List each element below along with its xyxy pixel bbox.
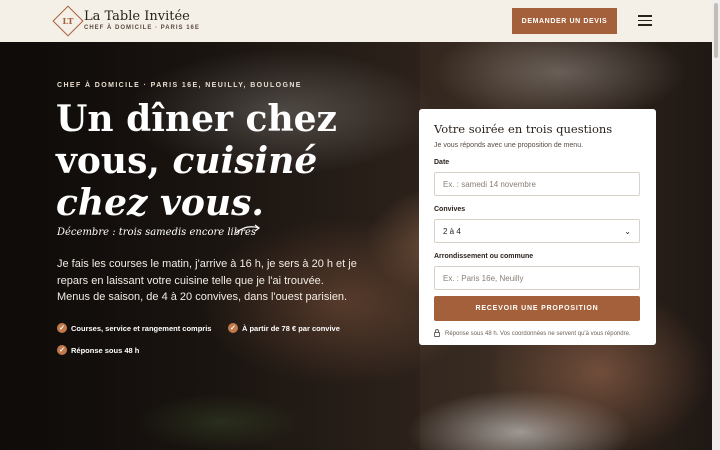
logo-icon[interactable]: LT — [52, 5, 84, 37]
check-icon: ✓ — [57, 345, 67, 355]
lock-icon — [434, 328, 440, 337]
scrollbar-thumb[interactable] — [714, 3, 718, 58]
form-title: Votre soirée en trois questions — [434, 122, 613, 136]
form-subtitle: Je vous réponds avec une proposition de … — [434, 142, 584, 149]
benefit-item: ✓ Courses, service et rangement compris — [57, 323, 211, 333]
hero-eyebrow: CHEF À DOMICILE · PARIS 16E, NEUILLY, BO… — [57, 82, 302, 89]
curved-arrow-icon — [235, 224, 260, 234]
check-icon: ✓ — [227, 323, 238, 333]
headline-line-1: Un dîner chez — [56, 98, 337, 140]
date-label: Date — [434, 159, 450, 166]
hero-headline: Un dîner chez vous, cuisiné chez vous. — [56, 98, 356, 224]
availability-note: Décembre : trois samedis encore libres — [57, 227, 256, 238]
request-quote-button[interactable]: DEMANDER UN DEVIS — [512, 8, 617, 34]
hamburger-icon[interactable] — [638, 15, 652, 26]
site-header: LT La Table Invitée CHEF À DOMICILE · PA… — [0, 0, 720, 42]
brand-name: La Table Invitée — [84, 9, 190, 24]
brand-tagline: CHEF À DOMICILE · PARIS 16E — [84, 25, 200, 31]
area-input[interactable]: Ex. : Paris 16e, Neuilly — [434, 266, 640, 290]
brand[interactable]: La Table Invitée CHEF À DOMICILE · PARIS… — [84, 9, 200, 32]
benefit-item: ✓ Réponse sous 48 h — [57, 345, 139, 355]
scrollbar[interactable] — [712, 0, 720, 450]
benefit-item: ✓ À partir de 78 € par convive — [227, 323, 340, 333]
headline-emphasis-1: cuisiné — [172, 140, 318, 182]
area-label: Arrondissement ou commune — [434, 253, 534, 260]
submit-button[interactable]: RECEVOIR UNE PROPOSITION — [434, 296, 640, 321]
check-icon: ✓ — [57, 323, 67, 333]
guests-select[interactable]: 2 à 4 ⌄ — [434, 219, 640, 243]
headline-line-2: vous, — [56, 140, 173, 182]
hero-intro: Je fais les courses le matin, j'arrive à… — [57, 258, 357, 303]
privacy-note: Réponse sous 48 h. Vos coordonnées ne se… — [434, 328, 641, 337]
date-input[interactable]: Ex. : samedi 14 novembre — [434, 172, 640, 196]
quote-form-card: Votre soirée en trois questions Je vous … — [419, 109, 656, 345]
logo-initials: LT — [62, 16, 74, 26]
guests-label: Convives — [434, 206, 466, 213]
headline-emphasis-2: chez vous. — [56, 182, 264, 224]
benefits-list: ✓ Courses, service et rangement compris ✓… — [57, 317, 367, 361]
chevron-down-icon: ⌄ — [624, 226, 631, 236]
